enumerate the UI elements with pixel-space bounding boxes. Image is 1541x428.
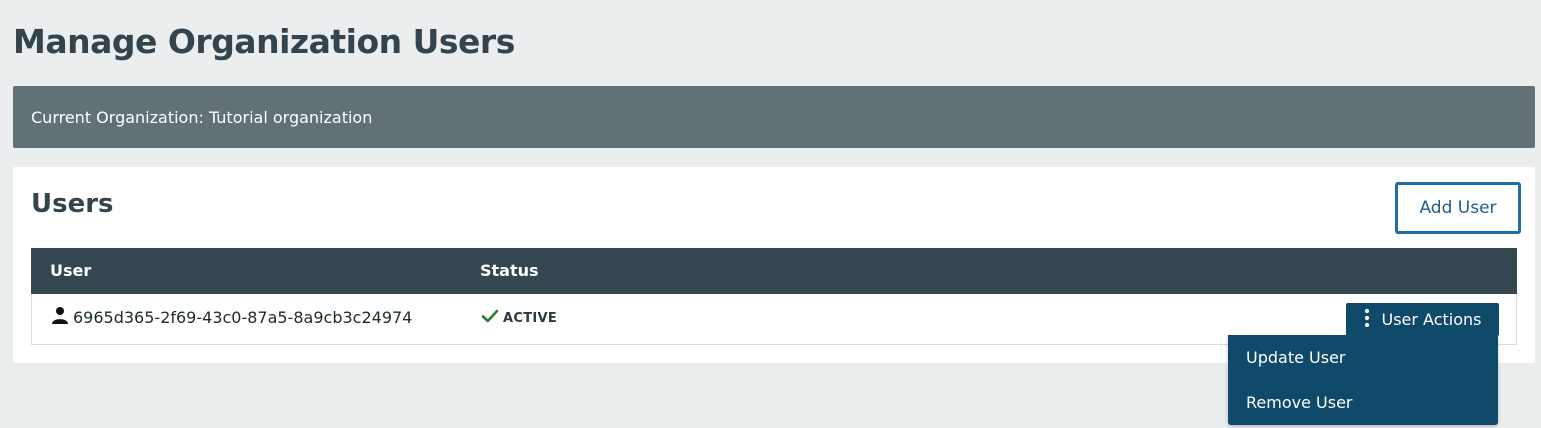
users-heading: Users: [31, 189, 114, 219]
status-badge: ACTIVE: [503, 310, 558, 326]
vertical-ellipsis-icon: [1364, 308, 1370, 332]
table-header: User Status: [31, 248, 1517, 294]
user-cell: 6965d365-2f69-43c0-87a5-8a9cb3c24974: [51, 306, 412, 328]
manage-users-page: Manage Organization Users Current Organi…: [0, 0, 1541, 428]
current-organization-banner: Current Organization: Tutorial organizat…: [13, 86, 1535, 148]
person-icon: [51, 306, 69, 328]
user-id: 6965d365-2f69-43c0-87a5-8a9cb3c24974: [73, 307, 413, 327]
users-table: User Status 6965d365-2f69-43c0-87a5-8a9c…: [31, 248, 1517, 345]
column-header-status: Status: [480, 261, 539, 280]
checkmark-icon: [481, 308, 499, 328]
status-cell: ACTIVE: [481, 308, 557, 328]
user-actions-label: User Actions: [1381, 310, 1482, 329]
page-title: Manage Organization Users: [13, 22, 515, 61]
current-organization-text: Current Organization: Tutorial organizat…: [31, 107, 373, 127]
users-card: Users Add User User Status 6965d365-2f69…: [13, 167, 1535, 363]
add-user-button[interactable]: Add User: [1395, 182, 1521, 234]
user-actions-menu: Update User Remove User: [1228, 335, 1498, 425]
user-actions-button[interactable]: User Actions: [1346, 303, 1499, 336]
menu-item-remove-user[interactable]: Remove User: [1228, 380, 1498, 425]
menu-item-update-user[interactable]: Update User: [1228, 335, 1498, 380]
column-header-user: User: [50, 261, 92, 280]
